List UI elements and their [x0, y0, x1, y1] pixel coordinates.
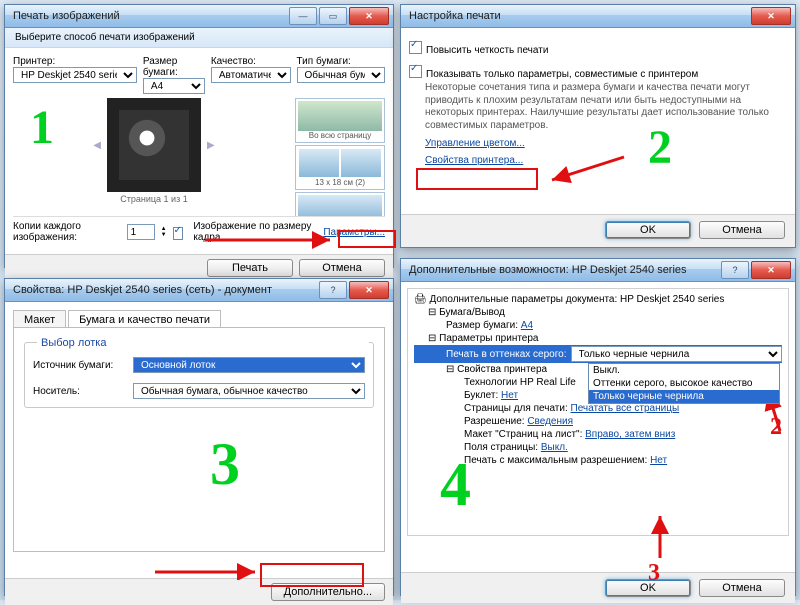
- ok-button[interactable]: OK: [605, 221, 691, 239]
- close-button[interactable]: ✕: [349, 281, 389, 299]
- help-button[interactable]: ?: [721, 261, 749, 279]
- printer-select[interactable]: HP Deskjet 2540 series (сеть): [13, 67, 137, 83]
- cancel-button[interactable]: Отмена: [699, 579, 785, 597]
- copies-down[interactable]: ▼: [161, 232, 167, 238]
- tab-paper-quality[interactable]: Бумага и качество печати: [68, 310, 221, 327]
- tree-paper[interactable]: ⊟ Бумага/Вывод: [414, 306, 782, 319]
- win1-title: Печать изображений: [9, 10, 120, 22]
- win1-titlebar[interactable]: Печать изображений — ▭ ✕: [5, 5, 393, 28]
- sharpen-checkbox[interactable]: [409, 41, 422, 54]
- source-label: Источник бумаги:: [33, 360, 133, 371]
- printer-label: Принтер:: [13, 56, 137, 67]
- media-select[interactable]: Обычная бумага, обычное качество: [133, 383, 365, 399]
- copies-input[interactable]: [127, 224, 155, 240]
- source-select[interactable]: Основной лоток: [133, 357, 365, 373]
- grayscale-select[interactable]: Только черные чернила: [571, 346, 783, 362]
- win1-heading: Выберите способ печати изображений: [5, 28, 393, 48]
- layout-fullpage[interactable]: Во всю страницу: [295, 98, 385, 143]
- options-link[interactable]: Параметры...: [323, 227, 385, 238]
- grayscale-dropdown-list[interactable]: Выкл. Оттенки серого, высокое качество Т…: [588, 363, 780, 404]
- color-management-link[interactable]: Управление цветом...: [425, 138, 525, 149]
- media-label: Носитель:: [33, 386, 133, 397]
- tree-maxdpi[interactable]: Печать с максимальным разрешением: Нет: [414, 454, 782, 467]
- close-button[interactable]: ✕: [751, 7, 791, 25]
- page-counter: Страница 1 из 1: [120, 194, 187, 204]
- papertype-label: Тип бумаги:: [297, 56, 386, 67]
- tree-root: 🖨 Дополнительные параметры документа: HP…: [414, 293, 782, 306]
- close-button[interactable]: ✕: [349, 7, 389, 25]
- win2-title: Настройка печати: [405, 10, 501, 22]
- tree-params[interactable]: ⊟ Параметры принтера: [414, 332, 782, 345]
- compatible-label: Показывать только параметры, совместимые…: [426, 69, 698, 80]
- print-settings-window: Настройка печати ✕ Повысить четкость печ…: [400, 4, 796, 248]
- copies-label: Копии каждого изображения:: [13, 221, 121, 243]
- tree-nup[interactable]: Макет "Страниц на лист": Вправо, затем в…: [414, 428, 782, 441]
- next-page-button[interactable]: ▶: [207, 140, 215, 151]
- layout-20x25[interactable]: 20 x 25 см (1): [295, 192, 385, 216]
- win4-title: Дополнительные возможности: HP Deskjet 2…: [405, 264, 687, 276]
- sharpen-label: Повысить четкость печати: [426, 45, 548, 56]
- tree-grayscale[interactable]: Печать в оттенках серого: Только черные …: [414, 345, 782, 363]
- printer-properties-link[interactable]: Свойства принтера...: [425, 155, 523, 166]
- ok-button[interactable]: OK: [605, 579, 691, 597]
- maximize-button[interactable]: ▭: [319, 7, 347, 25]
- paper-select[interactable]: A4: [143, 78, 205, 94]
- cancel-button[interactable]: Отмена: [299, 259, 385, 277]
- layout-13x18[interactable]: 13 x 18 см (2): [295, 145, 385, 190]
- quality-select[interactable]: Автоматически: [211, 67, 291, 83]
- tree-margins[interactable]: Поля страницы: Выкл.: [414, 441, 782, 454]
- compatible-checkbox[interactable]: [409, 65, 422, 78]
- preview-image: [119, 110, 189, 180]
- tree-resolution[interactable]: Разрешение: Сведения: [414, 415, 782, 428]
- papertype-select[interactable]: Обычная бумага, обы: [297, 67, 386, 83]
- win3-titlebar[interactable]: Свойства: HP Deskjet 2540 series (сеть) …: [5, 279, 393, 302]
- win3-title: Свойства: HP Deskjet 2540 series (сеть) …: [9, 284, 272, 296]
- close-button[interactable]: ✕: [751, 261, 791, 279]
- advanced-options-window: Дополнительные возможности: HP Deskjet 2…: [400, 258, 796, 596]
- print-pictures-window: Печать изображений — ▭ ✕ Выберите способ…: [4, 4, 394, 268]
- print-button[interactable]: Печать: [207, 259, 293, 277]
- gray-opt-highq[interactable]: Оттенки серого, высокое качество: [589, 377, 779, 390]
- cancel-button[interactable]: Отмена: [699, 221, 785, 239]
- printer-properties-window: Свойства: HP Deskjet 2540 series (сеть) …: [4, 278, 394, 596]
- win2-titlebar[interactable]: Настройка печати ✕: [401, 5, 795, 28]
- help-button[interactable]: ?: [319, 281, 347, 299]
- tray-group-label: Выбор лотка: [37, 337, 369, 349]
- tab-layout[interactable]: Макет: [13, 310, 66, 327]
- gray-opt-off[interactable]: Выкл.: [589, 364, 779, 377]
- paper-label: Размер бумаги:: [143, 56, 205, 78]
- tree-papersize[interactable]: Размер бумаги: A4: [414, 319, 782, 332]
- gray-opt-black[interactable]: Только черные чернила: [589, 390, 779, 403]
- advanced-button[interactable]: Дополнительно...: [271, 583, 385, 601]
- minimize-button[interactable]: —: [289, 7, 317, 25]
- fit-label: Изображение по размеру кадра: [193, 221, 311, 243]
- win4-titlebar[interactable]: Дополнительные возможности: HP Deskjet 2…: [401, 259, 795, 282]
- quality-label: Качество:: [211, 56, 291, 67]
- fit-checkbox[interactable]: [173, 227, 184, 240]
- prev-page-button[interactable]: ◀: [93, 140, 101, 151]
- compat-note: Некоторые сочетания типа и размера бумаг…: [425, 82, 787, 132]
